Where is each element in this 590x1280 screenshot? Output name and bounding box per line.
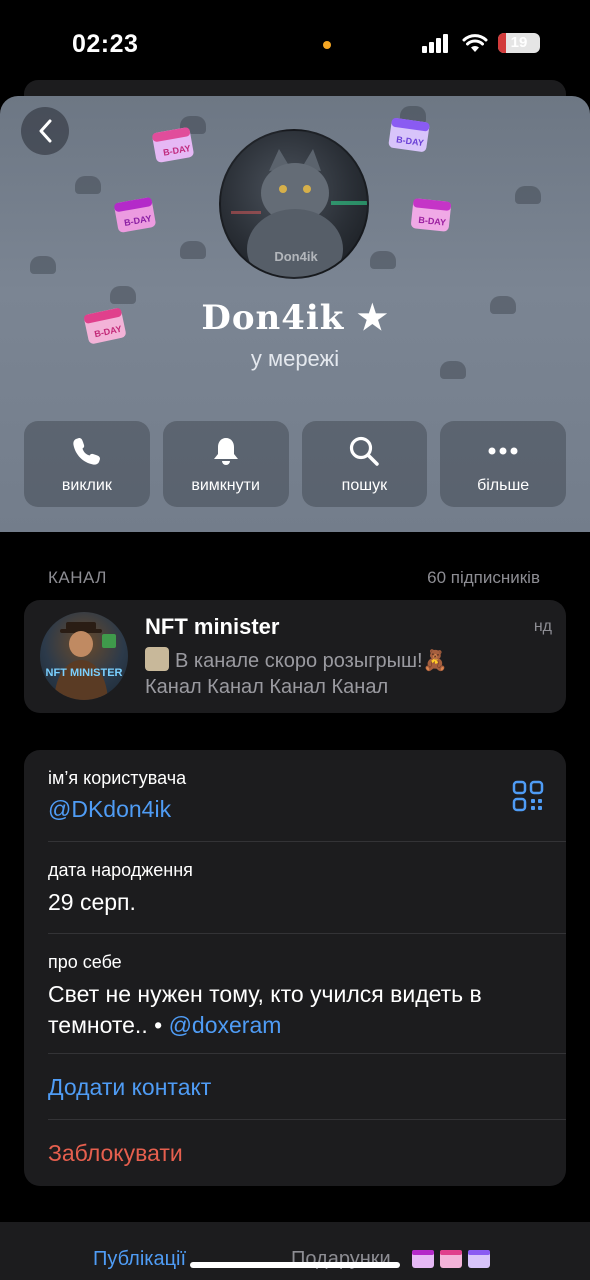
channel-avatar-art — [54, 622, 116, 700]
more-label: більше — [477, 477, 530, 494]
profile-name: Don4ik ★ — [201, 298, 389, 338]
search-button[interactable]: пошук — [301, 421, 428, 507]
document-icon — [145, 647, 169, 671]
add-contact-button[interactable]: Додати контакт — [48, 1074, 211, 1101]
divider — [48, 933, 566, 934]
gift-calendar-icon — [440, 1250, 462, 1268]
channel-message-line2: Канал Канал Канал Канал — [145, 676, 389, 698]
channel-section-title: КАНАЛ — [48, 568, 107, 587]
bio-label: про себе — [48, 952, 122, 972]
online-status: у мережі — [250, 346, 340, 371]
chevron-left-icon — [39, 119, 52, 143]
channel-avatar-caption: NFT MINISTER — [45, 667, 123, 679]
username-label: ім’я користувача — [48, 768, 187, 788]
pattern-shape — [370, 251, 396, 269]
tab-posts[interactable]: Публікації — [93, 1248, 186, 1271]
birthday-calendar-icon: B-DAY — [411, 198, 452, 232]
pattern-shape — [75, 176, 101, 194]
clock: 02:23 — [72, 30, 139, 58]
cellular-signal-icon — [422, 34, 448, 53]
mute-label: вимкнути — [191, 477, 260, 494]
profile-header: B-DAY B-DAY B-DAY B-DAY B-DAY Don4ik Don… — [0, 96, 590, 532]
call-label: виклик — [61, 477, 112, 494]
qr-code-icon[interactable] — [512, 780, 544, 812]
block-user-button[interactable]: Заблокувати — [48, 1140, 183, 1167]
profile-tabs: Публікації Подарунки — [0, 1222, 590, 1280]
divider — [48, 1119, 566, 1120]
bio-text-line2-text: темноте.. • — [48, 1012, 169, 1038]
recording-dot — [323, 41, 331, 49]
birthday-label: дата народження — [48, 860, 193, 880]
username-value[interactable]: @DKdon4ik — [48, 796, 171, 823]
status-bar: 02:23 19 — [0, 0, 590, 90]
profile-info-card: ім’я користувача @DKdon4ik дата народжен… — [24, 750, 566, 1186]
bio-text-line1: Свет не нужен тому, кто учился видеть в — [48, 981, 482, 1007]
search-label: пошук — [341, 477, 388, 494]
more-icon — [488, 447, 518, 455]
avatar-watermark: Don4ik — [274, 249, 318, 264]
battery-percent: 19 — [510, 34, 528, 51]
bell-icon — [213, 438, 238, 465]
channel-avatar: NFT MINISTER — [40, 612, 128, 700]
mute-button[interactable]: вимкнути — [162, 421, 289, 507]
divider — [48, 841, 566, 842]
birthday-calendar-icon: B-DAY — [152, 127, 194, 163]
birthday-calendar-icon: B-DAY — [388, 118, 430, 152]
channel-name: NFT minister — [145, 614, 280, 639]
birthday-calendar-icon: B-DAY — [114, 197, 156, 233]
home-indicator[interactable] — [190, 1262, 400, 1268]
search-icon — [350, 436, 380, 466]
subscriber-count: 60 підписників — [427, 568, 540, 587]
channel-card[interactable]: NFT MINISTER NFT minister нд В канале ск… — [24, 600, 566, 713]
bio-text-line2: темноте.. • @doxeram — [48, 1012, 281, 1039]
channel-last-message: В канале скоро розыгрыш!🧸 — [145, 647, 448, 673]
gift-calendar-icon — [412, 1250, 434, 1268]
more-button[interactable]: більше — [440, 421, 566, 507]
battery-indicator: 19 — [498, 33, 540, 53]
channel-message-text: В канале скоро розыгрыш!🧸 — [175, 650, 448, 672]
pattern-shape — [515, 186, 541, 204]
back-button[interactable] — [21, 107, 69, 155]
action-bar: виклик вимкнути пошук більше — [24, 421, 566, 507]
wifi-icon — [462, 34, 488, 52]
pattern-shape — [180, 241, 206, 259]
bio-mention-link[interactable]: @doxeram — [169, 1012, 282, 1038]
channel-last-date: нд — [533, 618, 552, 635]
phone-icon — [73, 438, 100, 465]
profile-avatar[interactable]: Don4ik — [219, 129, 369, 279]
birthday-value: 29 серп. — [48, 889, 136, 915]
call-button[interactable]: виклик — [24, 421, 150, 507]
gift-calendar-icon — [468, 1250, 490, 1268]
divider — [48, 1053, 566, 1054]
pattern-shape — [30, 256, 56, 274]
